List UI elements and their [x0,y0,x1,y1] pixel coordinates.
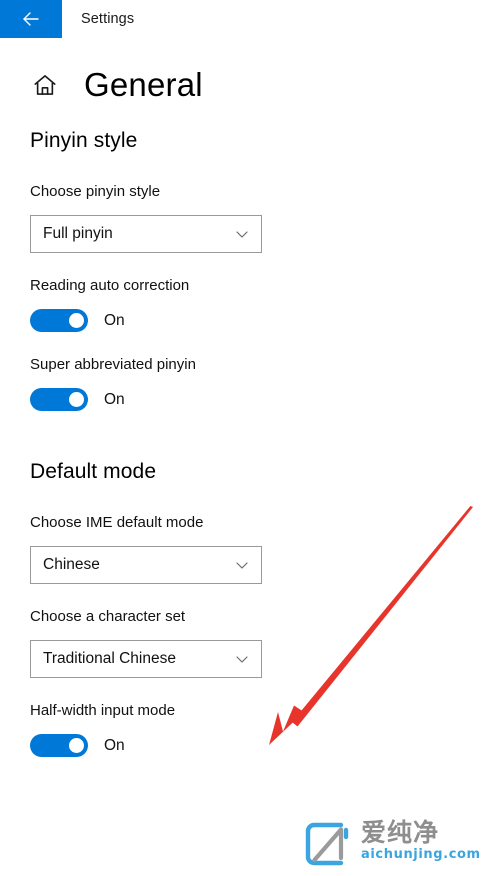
dropdown-ime-default-mode[interactable]: Chinese [30,546,262,584]
back-arrow-icon [19,7,43,31]
toggle-reading-auto-correction[interactable] [30,309,88,332]
home-icon[interactable] [30,70,60,100]
page-title: General [84,66,203,103]
field-label-choose-ime-default-mode: Choose IME default mode [30,514,204,531]
watermark-brand: 爱纯净 [361,818,440,847]
section-heading: Pinyin style [30,129,138,152]
field-label-half-width-input-mode: Half-width input mode [30,702,176,719]
dropdown-value: Chinese [43,556,100,573]
field-label-super-abbreviated-pinyin: Super abbreviated pinyin [30,356,196,373]
toggle-knob [69,392,84,407]
titlebar-title: Settings [81,11,135,27]
aichunjing-logo-icon [305,822,351,871]
back-button[interactable] [0,0,62,38]
toggle-super-abbreviated-pinyin[interactable] [30,388,88,411]
toggle-half-width-input-mode[interactable] [30,734,88,757]
dropdown-value: Traditional Chinese [43,650,176,667]
section-heading: Default mode [30,460,157,483]
title-bar: Settings [0,0,500,38]
field-label-choose-character-set: Choose a character set [30,608,186,625]
toggle-row-reading-auto-correction: On [30,309,500,332]
dropdown-pinyin-style[interactable]: Full pinyin [30,215,262,253]
toggle-knob [69,313,84,328]
chevron-down-icon [227,557,261,573]
watermark: 爱纯净 aichunjing.com [305,820,495,868]
field-label-reading-auto-correction: Reading auto correction [30,277,190,294]
settings-content: Pinyin style Choose pinyin style Full pi… [0,130,500,757]
dropdown-character-set[interactable]: Traditional Chinese [30,640,262,678]
toggle-row-super-abbreviated-pinyin: On [30,388,500,411]
chevron-down-icon [227,651,261,667]
section-default-mode: Default mode Choose IME default mode Chi… [0,461,500,757]
chevron-down-icon [227,226,261,242]
field-label-choose-pinyin-style: Choose pinyin style [30,183,161,200]
toggle-state-label: On [104,311,125,329]
watermark-url: aichunjing.com [361,847,481,862]
toggle-row-half-width-input-mode: On [30,734,500,757]
toggle-state-label: On [104,736,125,754]
toggle-state-label: On [104,390,125,408]
section-pinyin-style: Pinyin style Choose pinyin style Full pi… [0,130,500,411]
toggle-knob [69,738,84,753]
dropdown-value: Full pinyin [43,225,113,242]
page-header: General [30,68,203,101]
watermark-text: 爱纯净 aichunjing.com [361,820,481,862]
